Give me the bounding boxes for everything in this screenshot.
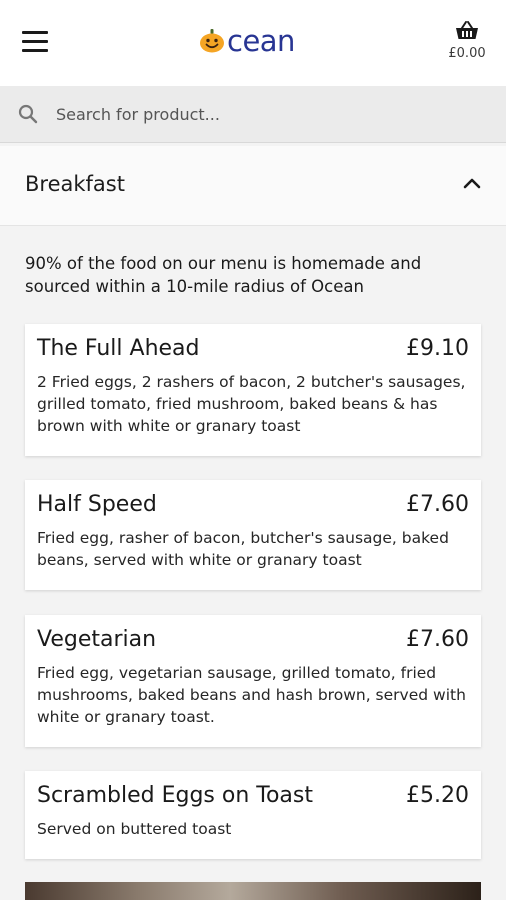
menu-item-card[interactable]: Scrambled Eggs on Toast £5.20 Served on … — [25, 771, 481, 859]
menu-item-description: 2 Fried eggs, 2 rashers of bacon, 2 butc… — [37, 373, 466, 435]
logo-wordmark: cean — [227, 23, 295, 58]
menu-item-price: £7.60 — [406, 492, 469, 517]
cart-total: £0.00 — [448, 46, 486, 61]
menu-item-description: Fried egg, vegetarian sausage, grilled t… — [37, 664, 466, 726]
app-header: cean £0.00 — [0, 0, 506, 86]
menu-item-description: Fried egg, rasher of bacon, butcher's sa… — [37, 529, 449, 569]
menu-item-card[interactable]: The Full Ahead £9.10 2 Fried eggs, 2 ras… — [25, 324, 481, 456]
menu-item-card[interactable]: Vegetarian £7.60 Fried egg, vegetarian s… — [25, 615, 481, 747]
menu-item-description: Served on buttered toast — [37, 820, 232, 838]
chevron-up-icon[interactable] — [462, 176, 482, 190]
menu-item-card[interactable]: Half Speed £7.60 Fried egg, rasher of ba… — [25, 480, 481, 590]
search-bar — [0, 86, 506, 143]
menu-item-name: Half Speed — [37, 492, 157, 517]
menu-item-name: Vegetarian — [37, 627, 157, 652]
food-photo — [25, 882, 481, 900]
pumpkin-logo-icon — [200, 29, 224, 53]
search-icon — [18, 104, 38, 124]
category-header-breakfast[interactable]: Breakfast — [0, 146, 506, 226]
menu-item-price: £9.10 — [406, 336, 469, 361]
search-input[interactable] — [48, 96, 488, 132]
category-intro-text: 90% of the food on our menu is homemade … — [25, 254, 422, 296]
category-title: Breakfast — [25, 172, 125, 196]
menu-item-price: £5.20 — [406, 783, 469, 808]
menu-item-price: £7.60 — [406, 627, 469, 652]
ocean-logo[interactable]: cean — [199, 24, 319, 58]
hamburger-menu-icon[interactable] — [22, 30, 48, 54]
menu-item-name: The Full Ahead — [37, 336, 200, 361]
basket-icon — [456, 21, 478, 39]
cart-button[interactable]: £0.00 — [442, 20, 492, 68]
menu-item-name: Scrambled Eggs on Toast — [37, 783, 313, 808]
